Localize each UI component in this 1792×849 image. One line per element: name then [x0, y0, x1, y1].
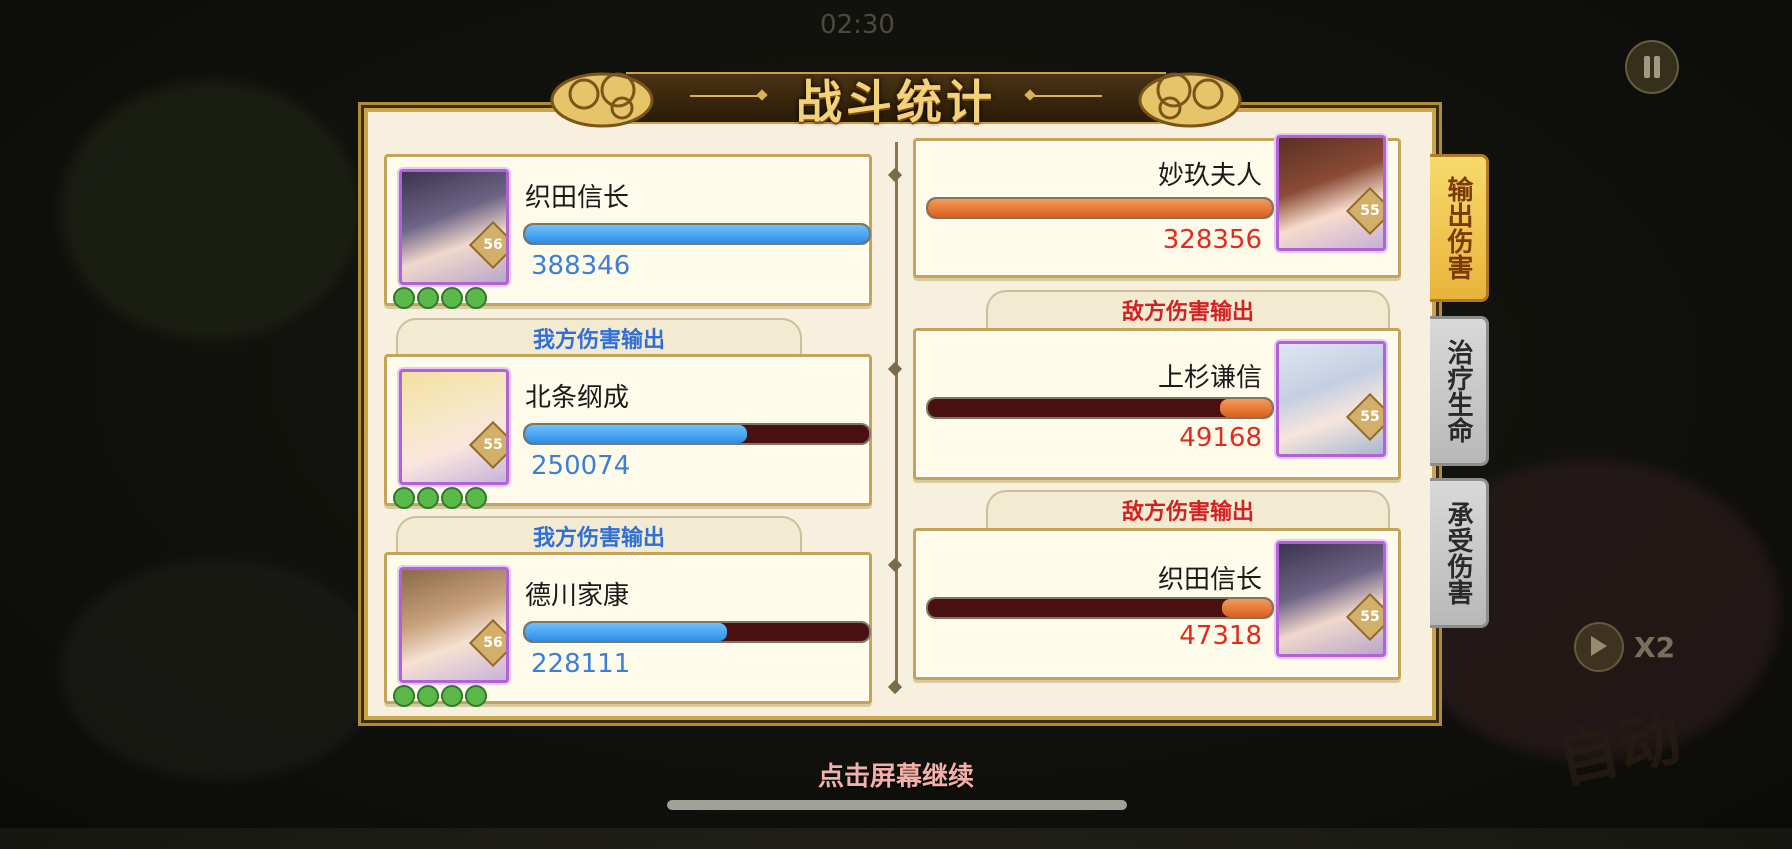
speed-label: X2 [1634, 630, 1676, 664]
speed-control[interactable]: X2 [1574, 622, 1675, 672]
ally-section-tag: 我方伤害输出 [396, 318, 802, 356]
panel-title-bar: 战斗统计 [540, 60, 1252, 132]
enemy-stat-card[interactable]: 55 上杉谦信 49168 [913, 328, 1401, 480]
enemy-portrait: 55 [1276, 341, 1386, 457]
star-rating [393, 287, 487, 309]
fast-forward-icon[interactable] [1574, 622, 1624, 672]
enemy-name: 妙玖夫人 [1157, 161, 1262, 191]
damage-bar-fill [525, 225, 869, 243]
level-badge: 55 [1345, 592, 1383, 642]
pause-button[interactable] [1625, 40, 1679, 94]
tap-to-continue-prompt[interactable]: 点击屏幕继续 [790, 756, 1002, 793]
level-value: 55 [483, 437, 503, 453]
hero-name: 织田信长 [525, 183, 630, 213]
level-badge: 56 [468, 220, 506, 270]
damage-value: 228111 [531, 649, 631, 679]
level-value: 56 [483, 635, 503, 651]
level-badge: 55 [1345, 186, 1383, 236]
damage-bar [523, 423, 871, 445]
damage-bar [926, 197, 1274, 219]
home-indicator[interactable] [667, 800, 1127, 810]
level-value: 55 [1360, 609, 1380, 625]
damage-value: 47318 [1179, 621, 1262, 651]
enemy-stat-card[interactable]: 55 织田信长 47318 [913, 528, 1401, 680]
tab-label: 承受伤害 [1443, 501, 1473, 605]
damage-value: 250074 [531, 451, 631, 481]
level-value: 55 [1360, 203, 1380, 219]
hero-portrait: 55 [399, 369, 509, 485]
damage-bar [926, 397, 1274, 419]
ally-stat-card[interactable]: 56 织田信长 388346 [384, 154, 872, 309]
hero-name: 德川家康 [525, 581, 630, 611]
enemy-section-tag: 敌方伤害输出 [986, 490, 1390, 528]
star-rating [393, 487, 487, 509]
tab-label: 治疗生命 [1443, 339, 1473, 443]
damage-value: 328356 [1162, 225, 1262, 255]
tab-damage-output[interactable]: 输出伤害 [1430, 154, 1489, 302]
tab-healing[interactable]: 治疗生命 [1430, 316, 1489, 466]
damage-value: 388346 [531, 251, 631, 281]
column-divider [887, 142, 903, 695]
level-badge: 56 [468, 618, 506, 668]
damage-bar-fill [1220, 399, 1272, 417]
enemy-section-tag: 敌方伤害输出 [986, 290, 1390, 328]
damage-bar-fill [525, 623, 727, 641]
level-value: 56 [483, 237, 503, 253]
hero-portrait: 56 [399, 169, 509, 285]
enemy-portrait: 55 [1276, 135, 1386, 251]
damage-bar [523, 621, 871, 643]
level-value: 55 [1360, 409, 1380, 425]
damage-bar-fill [928, 199, 1272, 217]
enemy-stat-card[interactable]: 55 妙玖夫人 328356 [913, 135, 1401, 278]
damage-bar [926, 597, 1274, 619]
level-badge: 55 [468, 420, 506, 470]
star-rating [393, 685, 487, 707]
enemy-portrait: 55 [1276, 541, 1386, 657]
hero-portrait: 56 [399, 567, 509, 683]
enemy-name: 织田信长 [1157, 565, 1262, 595]
damage-bar-fill [1222, 599, 1272, 617]
damage-bar-fill [525, 425, 747, 443]
damage-value: 49168 [1179, 423, 1262, 453]
battle-timer: 02:30 [820, 10, 895, 40]
tab-damage-taken[interactable]: 承受伤害 [1430, 478, 1489, 628]
ally-stat-card[interactable]: 55 北条纲成 250074 [384, 354, 872, 509]
panel-title: 战斗统计 [796, 75, 996, 129]
level-badge: 55 [1345, 392, 1383, 442]
enemy-name: 上杉谦信 [1157, 363, 1262, 393]
damage-bar [523, 223, 871, 245]
ally-stat-card[interactable]: 56 德川家康 228111 [384, 552, 872, 707]
ally-section-tag: 我方伤害输出 [396, 516, 802, 554]
tab-label: 输出伤害 [1443, 176, 1473, 280]
hero-name: 北条纲成 [525, 383, 630, 413]
